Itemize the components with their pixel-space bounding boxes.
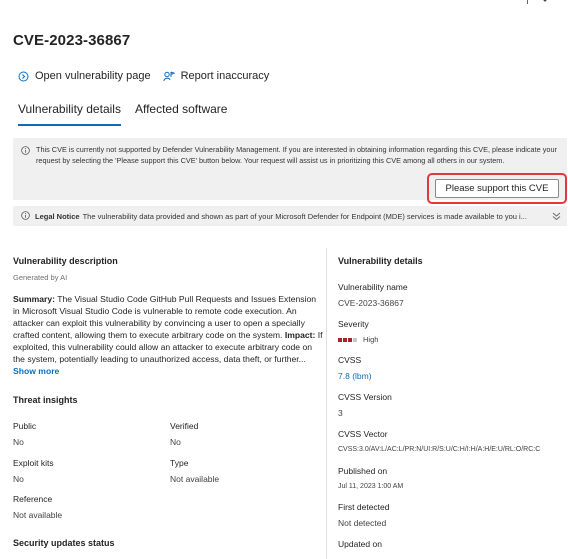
page-title: CVE-2023-36867	[13, 32, 131, 49]
info-icon	[21, 144, 30, 158]
separator	[527, 0, 528, 4]
type-value: Not available	[170, 474, 220, 484]
severity-value: High	[363, 335, 379, 344]
cvss-score: 7.8 (lbm)	[338, 371, 372, 381]
type-label: Type	[170, 458, 189, 468]
summary-text: The Visual Studio Code GitHub Pull Reque…	[13, 294, 317, 340]
please-support-cve-button[interactable]: Please support this CVE	[435, 179, 559, 198]
column-divider	[326, 248, 327, 559]
verified-value: No	[170, 437, 181, 447]
tab-vulnerability-details[interactable]: Vulnerability details	[18, 102, 121, 126]
verified-label: Verified	[170, 421, 199, 431]
tab-affected-software[interactable]: Affected software	[135, 102, 228, 126]
threat-insights-heading: Threat insights	[13, 395, 78, 405]
published-on-value: Jul 11, 2023 1:00 AM	[338, 483, 404, 490]
security-updates-status-heading: Security updates status	[13, 538, 115, 548]
severity-label: Severity	[338, 319, 369, 329]
open-page-icon	[18, 71, 29, 82]
legal-notice-bar[interactable]: Legal Notice The vulnerability data prov…	[13, 206, 567, 226]
tab-bar: Vulnerability details Affected software	[18, 102, 227, 126]
cvss-label: CVSS	[338, 355, 362, 365]
info-icon	[21, 210, 30, 222]
report-inaccuracy-link[interactable]: Report inaccuracy	[162, 70, 270, 82]
severity-bar	[348, 337, 352, 342]
first-detected-value: Not detected	[338, 518, 387, 528]
action-links: Open vulnerability page Report inaccurac…	[18, 70, 269, 82]
open-vulnerability-page-label: Open vulnerability page	[35, 70, 151, 82]
vulnerability-description-heading: Vulnerability description	[13, 256, 118, 266]
cvss-version-value: 3	[338, 408, 343, 418]
severity-bars	[338, 337, 357, 342]
exploit-kits-value: No	[13, 474, 24, 484]
reference-value: Not available	[13, 510, 63, 520]
notice-text: This CVE is currently not supported by D…	[36, 145, 557, 165]
double-chevron-down-icon[interactable]	[552, 211, 561, 223]
vulnerability-details-heading: Vulnerability details	[338, 256, 423, 266]
exploit-kits-label: Exploit kits	[13, 458, 54, 468]
show-more-link[interactable]: Show more	[13, 366, 59, 376]
severity-indicator: High	[338, 335, 378, 344]
cvss-version-label: CVSS Version	[338, 392, 392, 402]
first-detected-label: First detected	[338, 502, 390, 512]
vulnerability-name-value: CVE-2023-36867	[338, 298, 404, 308]
severity-bar	[338, 337, 342, 342]
generated-by-ai-label: Generated by AI	[13, 273, 68, 282]
summary-label: Summary:	[13, 294, 56, 304]
legal-notice-label: Legal Notice	[35, 211, 80, 221]
cvss-value: 7.8	[338, 371, 350, 381]
open-vulnerability-page-link[interactable]: Open vulnerability page	[18, 70, 151, 82]
reference-label: Reference	[13, 494, 53, 504]
legal-notice-text: The vulnerability data provided and show…	[82, 211, 527, 221]
public-value: No	[13, 437, 24, 447]
support-button-highlight: Please support this CVE	[427, 173, 567, 204]
vulnerability-summary: Summary: The Visual Studio Code GitHub P…	[13, 293, 323, 377]
chevron-down-icon[interactable]	[540, 0, 550, 4]
updated-on-label: Updated on	[338, 539, 382, 549]
public-label: Public	[13, 421, 37, 431]
published-on-label: Published on	[338, 466, 388, 476]
severity-bar	[343, 337, 347, 342]
cvss-vector-label: CVSS Vector	[338, 429, 388, 439]
severity-bar	[353, 337, 357, 342]
vulnerability-name-label: Vulnerability name	[338, 282, 408, 292]
report-icon	[162, 71, 175, 82]
cvss-lbm-link[interactable]: (lbm)	[352, 371, 371, 381]
report-inaccuracy-label: Report inaccuracy	[180, 70, 270, 82]
cvss-vector-value: CVSS:3.0/AV:L/AC:L/PR:N/UI:R/S:U/C:H/I:H…	[338, 446, 541, 453]
top-actions	[527, 0, 550, 4]
impact-label: Impact:	[284, 330, 316, 340]
